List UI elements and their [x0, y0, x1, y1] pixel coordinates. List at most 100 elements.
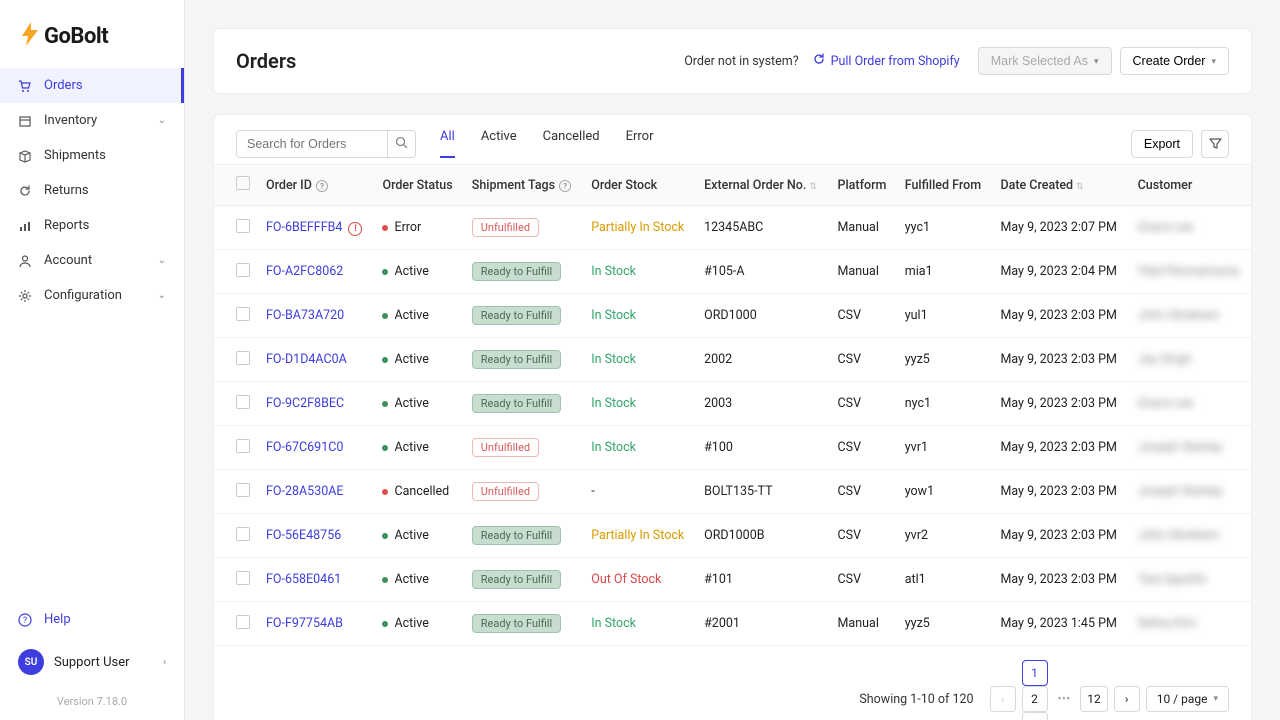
prev-page-button: ‹	[990, 686, 1016, 712]
sidebar-item-label: Reports	[44, 218, 166, 233]
order-status: Active	[374, 558, 463, 602]
shipment-tag: Ready to Fulfill	[472, 570, 561, 589]
col-order-id[interactable]: Order ID?	[258, 165, 374, 206]
sidebar-item-reports[interactable]: Reports	[0, 208, 184, 243]
svg-text:?: ?	[23, 616, 27, 626]
order-id-link[interactable]: FO-28A530AE	[266, 484, 344, 499]
row-checkbox[interactable]	[236, 351, 250, 365]
filter-icon	[1209, 137, 1222, 150]
row-checkbox[interactable]	[236, 527, 250, 541]
orders-table: Order ID? Order Status Shipment Tags? Or…	[214, 164, 1251, 646]
chevron-right-icon: ›	[163, 657, 166, 668]
search-icon	[395, 136, 408, 149]
sidebar-item-returns[interactable]: Returns	[0, 173, 184, 208]
row-checkbox[interactable]	[236, 395, 250, 409]
status-dot-icon	[382, 489, 388, 495]
order-id-link[interactable]: FO-658E0461	[266, 572, 341, 587]
fulfilled-from: yvr2	[897, 514, 993, 558]
chevron-down-icon: ⌄	[158, 255, 166, 266]
pull-order-button[interactable]: Pull Order from Shopify	[813, 53, 960, 69]
row-checkbox[interactable]	[236, 483, 250, 497]
shipment-tag: Ready to Fulfill	[472, 350, 561, 369]
page-size-select[interactable]: 10 / page ▾	[1146, 686, 1229, 712]
export-button[interactable]: Export	[1131, 130, 1193, 158]
brand-logo: GoBolt	[0, 0, 184, 68]
select-all-checkbox[interactable]	[236, 176, 250, 190]
sidebar-item-shipments[interactable]: Shipments	[0, 138, 184, 173]
create-order-button[interactable]: Create Order ▾	[1120, 47, 1229, 75]
platform: CSV	[830, 294, 897, 338]
sidebar-item-inventory[interactable]: Inventory⌄	[0, 103, 184, 138]
row-checkbox[interactable]	[236, 571, 250, 585]
fulfilled-from: yul1	[897, 294, 993, 338]
version-label: Version 7.18.0	[0, 687, 184, 720]
sidebar-item-orders[interactable]: Orders	[0, 68, 184, 103]
order-stock: In Stock	[583, 426, 696, 470]
col-external-no[interactable]: External Order No.⇅	[696, 165, 829, 206]
page-button[interactable]: 3	[1022, 712, 1048, 720]
customer: Joseph Stanley	[1130, 426, 1251, 470]
row-checkbox[interactable]	[236, 219, 250, 233]
next-page-button[interactable]: ›	[1114, 686, 1140, 712]
search-button[interactable]	[387, 131, 415, 157]
order-status: Active	[374, 338, 463, 382]
order-id-link[interactable]: FO-56E48756	[266, 528, 341, 543]
order-id-link[interactable]: FO-9C2F8BEC	[266, 396, 344, 411]
status-dot-icon	[382, 357, 388, 363]
order-id-link[interactable]: FO-F97754AB	[266, 616, 343, 631]
page-button[interactable]: 2	[1022, 686, 1048, 712]
page-button[interactable]: 12	[1080, 686, 1108, 712]
order-id-link[interactable]: FO-6BEFFFB4	[266, 220, 342, 235]
order-id-link[interactable]: FO-BA73A720	[266, 308, 344, 323]
tab-all[interactable]: All	[440, 129, 455, 158]
external-order-no: 2003	[696, 382, 829, 426]
row-checkbox[interactable]	[236, 615, 250, 629]
avatar: SU	[18, 649, 44, 675]
pull-order-label: Pull Order from Shopify	[831, 54, 960, 69]
customer: Vlad Pennsylvania	[1130, 250, 1251, 294]
table-row: FO-67C691C0ActiveUnfulfilledIn Stock#100…	[214, 426, 1251, 470]
order-status: Active	[374, 250, 463, 294]
search-input[interactable]	[237, 131, 387, 157]
user-icon	[18, 254, 32, 268]
col-date-created[interactable]: Date Created⇅	[992, 165, 1129, 206]
row-checkbox[interactable]	[236, 263, 250, 277]
shipment-tag: Ready to Fulfill	[472, 394, 561, 413]
external-order-no: #105-A	[696, 250, 829, 294]
pagination-summary: Showing 1-10 of 120	[859, 692, 973, 707]
order-status: Active	[374, 382, 463, 426]
page-header: Orders Order not in system? Pull Order f…	[213, 28, 1252, 94]
page-button[interactable]: 1	[1022, 660, 1048, 686]
order-status: Active	[374, 426, 463, 470]
sort-icon: ⇅	[809, 182, 817, 192]
sort-icon: ⇅	[1076, 182, 1084, 192]
table-row: FO-D1D4AC0AActiveReady to FulfillIn Stoc…	[214, 338, 1251, 382]
user-row[interactable]: SU Support User ›	[0, 637, 184, 687]
customer: Jay Singh	[1130, 338, 1251, 382]
help-link[interactable]: ? Help	[0, 602, 184, 637]
status-dot-icon	[382, 401, 388, 407]
order-id-link[interactable]: FO-A2FC8062	[266, 264, 343, 279]
order-id-link[interactable]: FO-67C691C0	[266, 440, 343, 455]
chevron-down-icon: ⌄	[158, 290, 166, 301]
table-row: FO-9C2F8BECActiveReady to FulfillIn Stoc…	[214, 382, 1251, 426]
row-checkbox[interactable]	[236, 439, 250, 453]
row-checkbox[interactable]	[236, 307, 250, 321]
sidebar-item-account[interactable]: Account⌄	[0, 243, 184, 278]
customer: Selina Kim	[1130, 602, 1251, 646]
order-status: Error	[374, 206, 463, 250]
help-icon: ?	[18, 613, 32, 627]
tab-cancelled[interactable]: Cancelled	[543, 129, 600, 158]
sidebar-item-configuration[interactable]: Configuration⌄	[0, 278, 184, 313]
order-id-link[interactable]: FO-D1D4AC0A	[266, 352, 347, 367]
filter-button[interactable]	[1201, 130, 1229, 158]
tab-error[interactable]: Error	[626, 129, 654, 158]
external-order-no: #2001	[696, 602, 829, 646]
fulfilled-from: yvr1	[897, 426, 993, 470]
external-order-no: 12345ABC	[696, 206, 829, 250]
bolt-icon	[20, 22, 40, 50]
order-stock: In Stock	[583, 250, 696, 294]
status-dot-icon	[382, 533, 388, 539]
tab-active[interactable]: Active	[481, 129, 517, 158]
external-order-no: ORD1000B	[696, 514, 829, 558]
